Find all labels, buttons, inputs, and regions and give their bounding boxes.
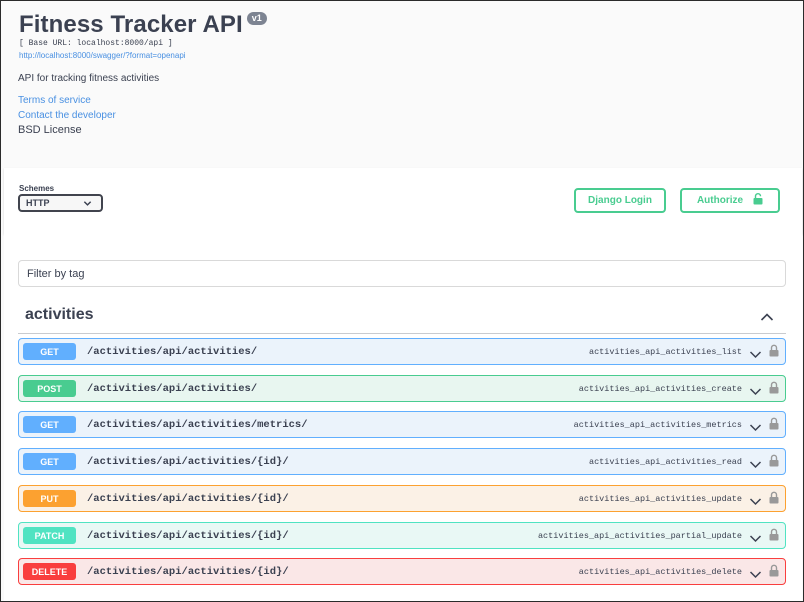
schemes-selected-value: HTTP [26, 198, 50, 208]
lock-icon[interactable] [769, 528, 779, 546]
version-badge: v1 [246, 12, 267, 25]
api-description: API for tracking fitness activities [18, 73, 160, 84]
operation-row[interactable]: GET /activities/api/activities/metrics/ … [18, 411, 786, 438]
api-title: Fitness Tracker API [19, 11, 243, 38]
schemes-label: Schemes [19, 184, 55, 193]
contact-developer-link[interactable]: Contact the developer [18, 110, 116, 121]
method-badge: DELETE [23, 563, 76, 580]
scheme-container: Schemes HTTP Django Login Authorize [4, 168, 802, 234]
chevron-down-icon[interactable] [749, 419, 762, 437]
operation-path: /activities/api/activities/ [87, 345, 258, 358]
terms-of-service-link[interactable]: Terms of service [18, 95, 91, 106]
operation-row[interactable]: PUT /activities/api/activities/{id}/ act… [18, 485, 786, 512]
operation-id: activities_api_activities_update [578, 494, 742, 504]
schemes-select[interactable]: HTTP [18, 194, 103, 212]
lock-icon[interactable] [769, 454, 779, 472]
operation-id: activities_api_activities_delete [578, 567, 742, 577]
chevron-down-icon[interactable] [749, 493, 762, 511]
base-url: [ Base URL: localhost:8000/api ] [19, 39, 173, 48]
unlock-icon [753, 193, 763, 208]
operation-path: /activities/api/activities/metrics/ [87, 418, 308, 431]
method-badge: GET [23, 343, 76, 360]
method-badge: POST [23, 380, 76, 397]
operation-id: activities_api_activities_read [588, 457, 742, 467]
swagger-window: Fitness Tracker API v1 [ Base URL: local… [0, 0, 804, 602]
django-login-label: Django Login [588, 195, 652, 206]
license-text: BSD License [18, 124, 82, 136]
operation-path: /activities/api/activities/{id}/ [87, 492, 289, 505]
django-login-button[interactable]: Django Login [574, 188, 666, 213]
method-badge: GET [23, 416, 76, 433]
lock-icon[interactable] [769, 491, 779, 509]
chevron-down-icon[interactable] [749, 566, 762, 584]
operation-id: activities_api_activities_create [578, 384, 742, 394]
operation-row[interactable]: GET /activities/api/activities/ activiti… [18, 338, 786, 365]
spec-link[interactable]: http://localhost:8000/swagger/?format=op… [19, 51, 186, 60]
method-badge: PUT [23, 490, 76, 507]
method-badge: GET [23, 453, 76, 470]
chevron-down-icon[interactable] [749, 456, 762, 474]
operation-row[interactable]: DELETE /activities/api/activities/{id}/ … [18, 558, 786, 585]
tag-header-activities[interactable]: activities [18, 298, 786, 334]
chevron-up-icon[interactable] [760, 309, 774, 327]
authorize-button[interactable]: Authorize [680, 188, 780, 213]
tag-name: activities [25, 306, 94, 323]
operation-path: /activities/api/activities/{id}/ [87, 455, 289, 468]
api-info-section: Fitness Tracker API v1 [ Base URL: local… [4, 4, 802, 168]
operation-id: activities_api_activities_metrics [573, 420, 742, 430]
lock-icon[interactable] [769, 417, 779, 435]
operation-path: /activities/api/activities/ [87, 382, 258, 395]
chevron-down-icon[interactable] [749, 383, 762, 401]
chevron-down-icon[interactable] [749, 530, 762, 548]
chevron-down-icon [83, 199, 92, 210]
lock-icon[interactable] [769, 381, 779, 399]
filter-by-tag-input[interactable] [18, 260, 786, 287]
authorize-label: Authorize [696, 195, 744, 206]
operation-id: activities_api_activities_partial_update [537, 531, 742, 541]
title-row: Fitness Tracker API v1 [19, 11, 267, 39]
chevron-down-icon[interactable] [749, 346, 762, 364]
operation-row[interactable]: POST /activities/api/activities/ activit… [18, 375, 786, 402]
method-badge: PATCH [23, 527, 76, 544]
operation-path: /activities/api/activities/{id}/ [87, 565, 289, 578]
lock-icon[interactable] [769, 564, 779, 582]
operation-row[interactable]: PATCH /activities/api/activities/{id}/ a… [18, 522, 786, 549]
lock-icon[interactable] [769, 344, 779, 362]
operations-section: activities GET /activities/api/activitie… [4, 234, 802, 601]
operation-path: /activities/api/activities/{id}/ [87, 529, 289, 542]
operation-id: activities_api_activities_list [588, 347, 742, 357]
operation-row[interactable]: GET /activities/api/activities/{id}/ act… [18, 448, 786, 475]
